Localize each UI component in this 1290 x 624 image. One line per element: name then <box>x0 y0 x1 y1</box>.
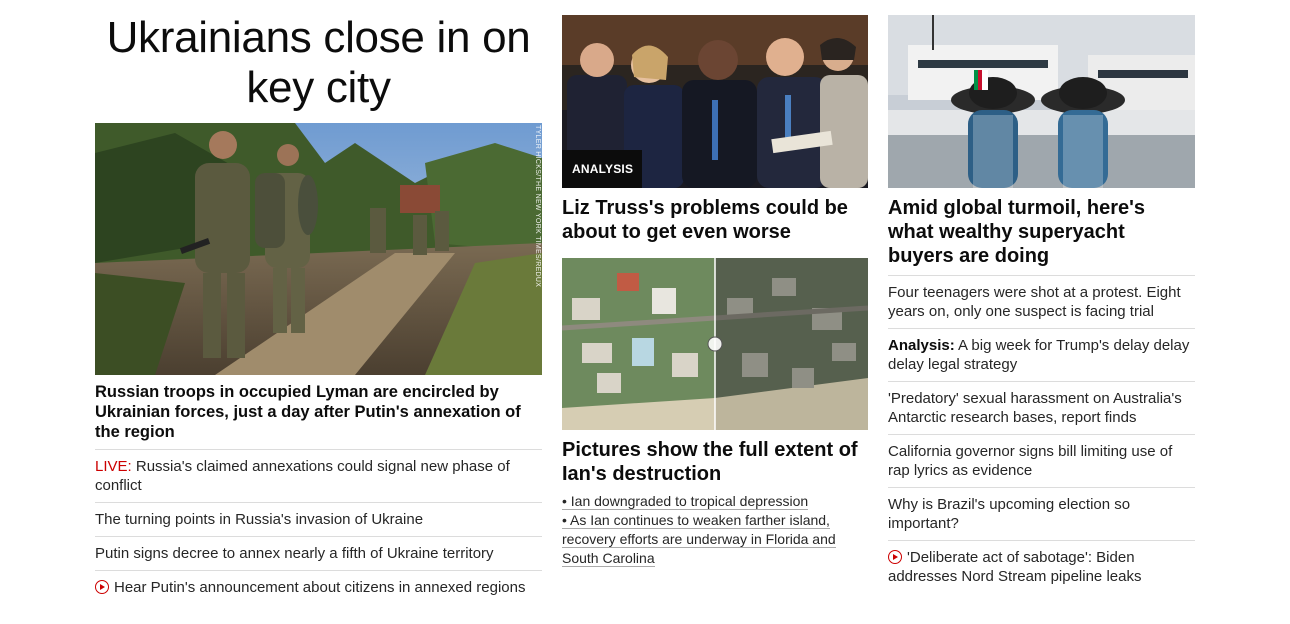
hurricane-aerial-photo <box>562 258 868 430</box>
list-item[interactable]: Why is Brazil's upcoming election so imp… <box>888 488 1195 541</box>
link-text: Putin signs decree to annex nearly a fif… <box>95 545 494 562</box>
ian-headline[interactable]: Pictures show the full extent of Ian's d… <box>562 438 868 486</box>
superyacht-headline[interactable]: Amid global turmoil, here's what wealthy… <box>888 196 1195 276</box>
middle-column: ANALYSIS Liz Truss's problems could be a… <box>562 0 868 568</box>
right-column: Amid global turmoil, here's what wealthy… <box>888 0 1195 593</box>
link-text: Why is Brazil's upcoming election so imp… <box>888 496 1131 532</box>
bullet-link-text: • As Ian continues to weaken farther isl… <box>562 512 836 567</box>
list-item[interactable]: LIVE: Russia's claimed annexations could… <box>95 450 542 503</box>
photo-credit: TYLER HICKS/THE NEW YORK TIMES/REDUX <box>534 125 541 288</box>
link-text: 'Predatory' sexual harassment on Austral… <box>888 390 1182 426</box>
bullet-link-text: • Ian downgraded to tropical depression <box>562 493 809 510</box>
truss-story-image[interactable]: ANALYSIS <box>562 15 868 188</box>
lead-story-column: Ukrainians close in on key city TYLER HI… <box>95 0 542 604</box>
link-text: The turning points in Russia's invasion … <box>95 511 424 528</box>
analysis-badge: ANALYSIS <box>562 150 643 188</box>
list-item[interactable]: 'Predatory' sexual harassment on Austral… <box>888 382 1195 435</box>
list-item[interactable]: Four teenagers were shot at a protest. E… <box>888 276 1195 329</box>
ian-story-image[interactable] <box>562 258 868 430</box>
truss-headline[interactable]: Liz Truss's problems could be about to g… <box>562 196 868 244</box>
soldiers-photo <box>95 123 542 375</box>
link-text: 'Deliberate act of sabotage': Biden addr… <box>888 549 1142 585</box>
superyacht-photo <box>888 15 1195 188</box>
hero-headline[interactable]: Ukrainians close in on key city <box>95 13 542 113</box>
bullet-link[interactable]: • As Ian continues to weaken farther isl… <box>562 511 868 568</box>
list-item[interactable]: Analysis: A big week for Trump's delay d… <box>888 329 1195 382</box>
lead-related-links: LIVE: Russia's claimed annexations could… <box>95 450 542 604</box>
list-item[interactable]: Putin signs decree to annex nearly a fif… <box>95 537 542 571</box>
superyacht-story-image[interactable] <box>888 15 1195 188</box>
bullet-link[interactable]: • Ian downgraded to tropical depression <box>562 492 868 511</box>
link-text: Four teenagers were shot at a protest. E… <box>888 284 1181 320</box>
list-item[interactable]: California governor signs bill limiting … <box>888 435 1195 488</box>
lead-story-image[interactable]: TYLER HICKS/THE NEW YORK TIMES/REDUX <box>95 123 542 375</box>
analysis-label: Analysis: <box>888 337 955 354</box>
link-text: Russia's claimed annexations could signa… <box>95 458 510 494</box>
ian-bullet-links: • Ian downgraded to tropical depression … <box>562 492 868 568</box>
live-label: LIVE: <box>95 458 132 475</box>
list-item[interactable]: The turning points in Russia's invasion … <box>95 503 542 537</box>
lead-story-headline[interactable]: Russian troops in occupied Lyman are enc… <box>95 382 542 450</box>
play-video-icon <box>95 580 109 594</box>
list-item[interactable]: Hear Putin's announcement about citizens… <box>95 571 542 604</box>
list-item[interactable]: 'Deliberate act of sabotage': Biden addr… <box>888 541 1195 593</box>
link-text: California governor signs bill limiting … <box>888 443 1173 479</box>
play-video-icon <box>888 550 902 564</box>
right-related-links: Four teenagers were shot at a protest. E… <box>888 276 1195 593</box>
link-text: Hear Putin's announcement about citizens… <box>114 579 526 596</box>
